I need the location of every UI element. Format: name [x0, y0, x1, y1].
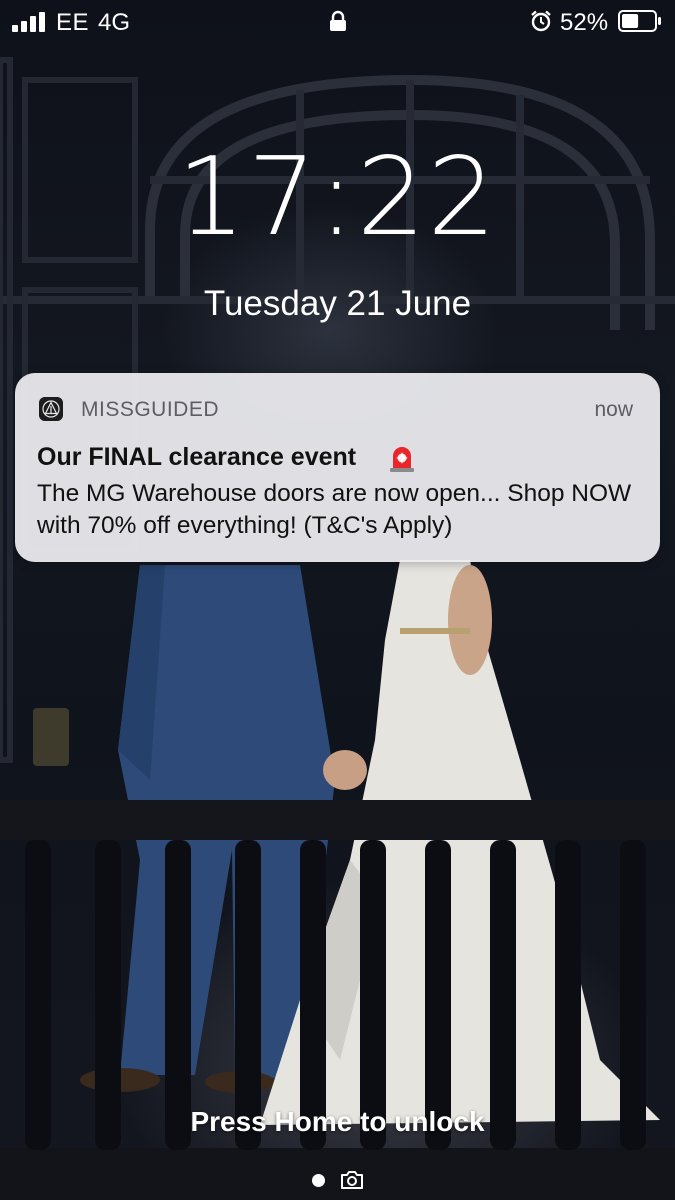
carrier-name: EE [56, 9, 90, 36]
missguided-app-icon [39, 397, 63, 421]
network-type: 4G [98, 9, 131, 36]
unlock-hint: Press Home to unlock [190, 1106, 485, 1137]
siren-icon [390, 447, 414, 472]
camera-icon[interactable] [340, 1170, 364, 1190]
notification-time: now [594, 398, 633, 421]
status-bar: EE 4G 52% [0, 0, 675, 44]
notification-title: Our FINAL clearance event [37, 443, 357, 471]
battery-percentage: 52% [560, 9, 609, 36]
lock-screen-date: Tuesday 21 June [203, 284, 472, 323]
notification-body: The MG Warehouse doors are now open... S… [37, 480, 632, 539]
notification-header: MISSGUIDED now [15, 373, 660, 445]
notification-app-name: MISSGUIDED [81, 398, 220, 421]
page-dot [312, 1174, 325, 1187]
signal-icon [12, 10, 46, 32]
lock-screen-time: 17:22 [176, 135, 499, 260]
alarm-icon [531, 10, 551, 32]
battery-icon [618, 10, 661, 32]
notification-card[interactable]: MISSGUIDED now Our FINAL clearance event… [15, 373, 660, 562]
lock-icon [330, 10, 346, 31]
